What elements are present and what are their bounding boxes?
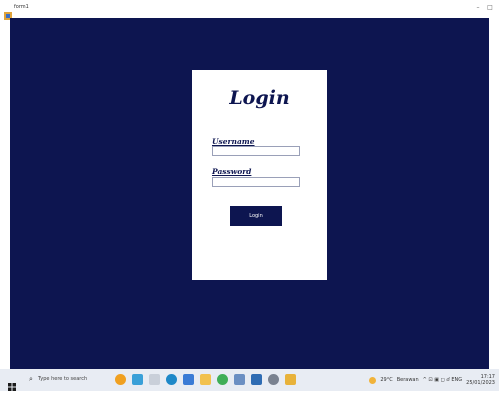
password-field[interactable] xyxy=(212,177,300,187)
weather-icon xyxy=(369,376,377,384)
taskbar: ⌕ Type here to search 29°C Berawan ^ ⊡ ▣… xyxy=(0,369,499,391)
clock-date: 25/01/2023 xyxy=(466,380,495,386)
visual-studio-icon[interactable] xyxy=(183,374,194,385)
app-icon xyxy=(4,5,12,20)
login-heading: Login xyxy=(229,87,290,109)
password-label: Password xyxy=(212,167,252,176)
windows-start-icon[interactable] xyxy=(8,376,16,391)
weather-temp[interactable]: 29°C xyxy=(380,377,392,383)
search-icon[interactable]: ⌕ xyxy=(29,375,33,384)
photos-icon[interactable] xyxy=(251,374,262,385)
system-tray: 29°C Berawan ^ ⊡ ▣ ◻ ⅆ ENG 17:17 25/01/2… xyxy=(369,374,495,386)
login-button[interactable]: Login xyxy=(230,206,282,226)
app-background: Login Username Password Login xyxy=(10,18,489,369)
taskbar-search-input[interactable]: Type here to search xyxy=(38,376,87,382)
file-explorer-icon[interactable] xyxy=(200,374,211,385)
window-title: form1 xyxy=(14,4,29,10)
minimize-button[interactable]: – xyxy=(473,3,483,13)
username-field[interactable] xyxy=(212,146,300,156)
settings-icon[interactable] xyxy=(268,374,279,385)
chrome-icon[interactable] xyxy=(217,374,228,385)
clock[interactable]: 17:17 25/01/2023 xyxy=(466,374,495,386)
username-label: Username xyxy=(212,137,255,146)
folder-icon[interactable] xyxy=(285,374,296,385)
people-icon[interactable] xyxy=(132,374,143,385)
weather-desc[interactable]: Berawan xyxy=(397,377,419,383)
weather-widget-icon[interactable] xyxy=(115,374,126,385)
taskbar-pinned-apps xyxy=(115,374,296,385)
task-view-icon[interactable] xyxy=(149,374,160,385)
edge-icon[interactable] xyxy=(166,374,177,385)
login-card: Login Username Password Login xyxy=(192,70,327,280)
maximize-button[interactable]: □ xyxy=(485,3,495,13)
notepad-icon[interactable] xyxy=(234,374,245,385)
window-title-bar: form1 – □ xyxy=(0,0,499,20)
tray-icons[interactable]: ^ ⊡ ▣ ◻ ⅆ ENG xyxy=(423,377,463,383)
